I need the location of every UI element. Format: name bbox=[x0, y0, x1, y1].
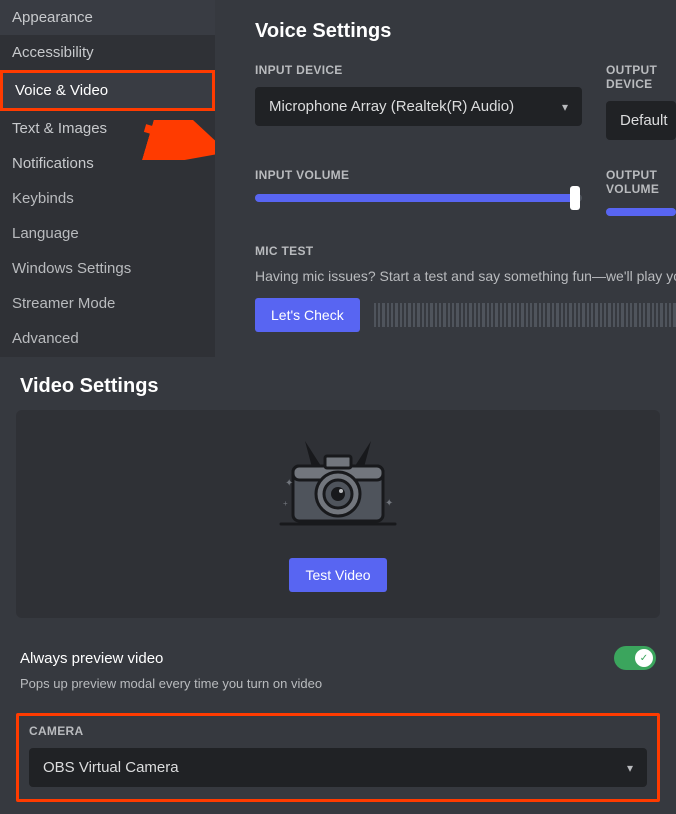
video-settings-heading: Video Settings bbox=[16, 375, 660, 398]
output-device-select[interactable]: Default bbox=[606, 101, 676, 140]
sidebar-item-appearance[interactable]: Appearance bbox=[0, 0, 215, 35]
check-icon: ✓ bbox=[635, 649, 653, 667]
input-volume-label: INPUT VOLUME bbox=[255, 168, 582, 182]
output-device-value: Default bbox=[620, 112, 668, 129]
output-device-label: OUTPUT DEVICE bbox=[606, 63, 676, 91]
always-preview-label: Always preview video bbox=[20, 650, 163, 667]
always-preview-toggle[interactable]: ✓ bbox=[614, 646, 656, 670]
sidebar-item-windows-settings[interactable]: Windows Settings bbox=[0, 251, 215, 286]
input-volume-slider[interactable] bbox=[255, 194, 582, 202]
output-volume-label: OUTPUT VOLUME bbox=[606, 168, 676, 196]
camera-select[interactable]: OBS Virtual Camera ▾ bbox=[29, 748, 647, 787]
camera-illustration-icon: ✦ ✦ + bbox=[263, 436, 413, 536]
always-preview-description: Pops up preview modal every time you tur… bbox=[16, 676, 660, 691]
mic-test-description: Having mic issues? Start a test and say … bbox=[255, 268, 676, 284]
input-device-value: Microphone Array (Realtek(R) Audio) bbox=[269, 98, 514, 115]
sidebar-item-accessibility[interactable]: Accessibility bbox=[0, 35, 215, 70]
svg-text:✦: ✦ bbox=[285, 478, 293, 489]
mic-test-button[interactable]: Let's Check bbox=[255, 298, 360, 332]
voice-settings-panel: Voice Settings INPUT DEVICE Microphone A… bbox=[215, 0, 676, 357]
sidebar-item-advanced[interactable]: Advanced bbox=[0, 321, 215, 356]
output-volume-slider[interactable] bbox=[606, 208, 676, 216]
input-device-label: INPUT DEVICE bbox=[255, 63, 582, 77]
mic-level-meter bbox=[374, 303, 676, 327]
chevron-down-icon: ▾ bbox=[562, 100, 568, 114]
video-preview-card: ✦ ✦ + Test Video bbox=[16, 410, 660, 618]
voice-settings-heading: Voice Settings bbox=[255, 20, 676, 43]
sidebar-item-keybinds[interactable]: Keybinds bbox=[0, 181, 215, 216]
mic-test-label: MIC TEST bbox=[255, 244, 676, 258]
sidebar-item-voice-video[interactable]: Voice & Video bbox=[0, 70, 215, 111]
sidebar-item-streamer-mode[interactable]: Streamer Mode bbox=[0, 286, 215, 321]
camera-value: OBS Virtual Camera bbox=[43, 759, 179, 776]
camera-select-block: CAMERA OBS Virtual Camera ▾ bbox=[16, 713, 660, 802]
video-settings-panel: Video Settings ✦ ✦ + Test Video Always p… bbox=[0, 357, 676, 802]
camera-label: CAMERA bbox=[29, 724, 647, 738]
sidebar-item-text-images[interactable]: Text & Images bbox=[0, 111, 215, 146]
input-device-select[interactable]: Microphone Array (Realtek(R) Audio) ▾ bbox=[255, 87, 582, 126]
settings-sidebar: Appearance Accessibility Voice & Video T… bbox=[0, 0, 215, 357]
sidebar-item-language[interactable]: Language bbox=[0, 216, 215, 251]
chevron-down-icon: ▾ bbox=[627, 761, 633, 775]
test-video-button[interactable]: Test Video bbox=[289, 558, 386, 592]
svg-text:+: + bbox=[283, 499, 288, 508]
svg-text:✦: ✦ bbox=[385, 498, 393, 509]
sidebar-item-notifications[interactable]: Notifications bbox=[0, 146, 215, 181]
